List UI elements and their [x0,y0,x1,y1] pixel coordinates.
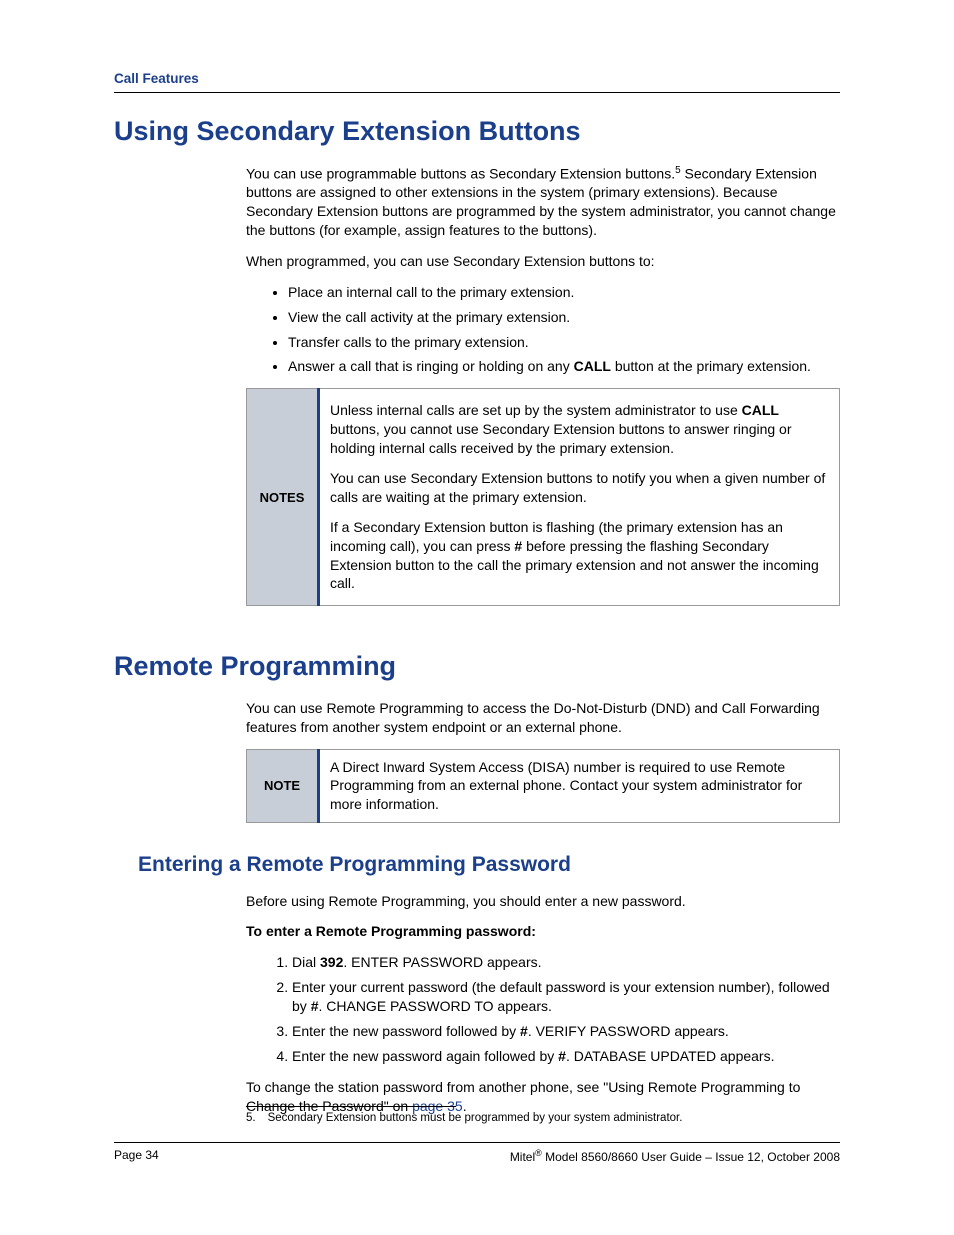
paragraph: Before using Remote Programming, you sho… [246,892,840,911]
text: Enter the new password again followed by [292,1048,558,1064]
text: You can use programmable buttons as Seco… [246,165,675,181]
list-item: Enter the new password followed by #. VE… [292,1022,840,1041]
notes-box: NOTES Unless internal calls are set up b… [246,388,840,606]
notes-content: Unless internal calls are set up by the … [319,389,840,606]
text-bold: # [558,1048,566,1064]
footer-doc-title: Mitel® Model 8560/8660 User Guide – Issu… [510,1147,840,1165]
page-footer: Page 34 Mitel® Model 8560/8660 User Guid… [114,1142,840,1165]
text-bold: 392 [320,954,343,970]
text: buttons, you cannot use Secondary Extens… [330,421,792,456]
procedure-lead: To enter a Remote Programming password: [246,922,840,941]
list-item: Enter your current password (the default… [292,978,840,1016]
text-bold: CALL [742,402,779,418]
note-label: NOTE [247,749,319,823]
text: . VERIFY PASSWORD appears. [528,1023,729,1039]
paragraph: You can use programmable buttons as Seco… [246,164,840,240]
page-number: Page 34 [114,1147,159,1165]
note-box: NOTE A Direct Inward System Access (DISA… [246,749,840,824]
footnote-number: 5. [246,1111,256,1127]
text: . ENTER PASSWORD appears. [343,954,541,970]
text-bold: CALL [574,358,611,374]
heading-remote-programming: Remote Programming [114,648,840,684]
text: Dial [292,954,320,970]
note-content: A Direct Inward System Access (DISA) num… [319,749,840,823]
text: You can use Secondary Extension buttons … [330,464,829,511]
heading-entering-password: Entering a Remote Programming Password [138,851,840,879]
notes-label: NOTES [247,389,319,606]
text: Answer a call that is ringing or holding… [288,358,574,374]
list-item: Place an internal call to the primary ex… [288,283,840,302]
text: . DATABASE UPDATED appears. [566,1048,775,1064]
footnote-separator [246,1106,456,1107]
text: Unless internal calls are set up by the … [330,402,742,418]
paragraph: When programmed, you can use Secondary E… [246,252,840,271]
bullet-list: Place an internal call to the primary ex… [246,283,840,377]
registered-mark: ® [535,1148,542,1158]
footnote-text: Secondary Extension buttons must be prog… [268,1111,683,1127]
text: Model 8560/8660 User Guide – Issue 12, O… [542,1150,840,1164]
list-item: Answer a call that is ringing or holding… [288,357,840,376]
text: . CHANGE PASSWORD TO appears. [318,998,551,1014]
heading-secondary-extension: Using Secondary Extension Buttons [114,113,840,149]
list-item: View the call activity at the primary ex… [288,308,840,327]
section-header: Call Features [114,70,840,93]
list-item: Transfer calls to the primary extension. [288,333,840,352]
list-item: Dial 392. ENTER PASSWORD appears. [292,953,840,972]
text: Mitel [510,1150,535,1164]
list-item: Enter the new password again followed by… [292,1047,840,1066]
text: Enter the new password followed by [292,1023,520,1039]
text-bold: # [520,1023,528,1039]
ordered-list: Dial 392. ENTER PASSWORD appears. Enter … [246,953,840,1065]
paragraph: You can use Remote Programming to access… [246,699,840,737]
footnote: 5. Secondary Extension buttons must be p… [246,1111,840,1127]
text: button at the primary extension. [611,358,811,374]
